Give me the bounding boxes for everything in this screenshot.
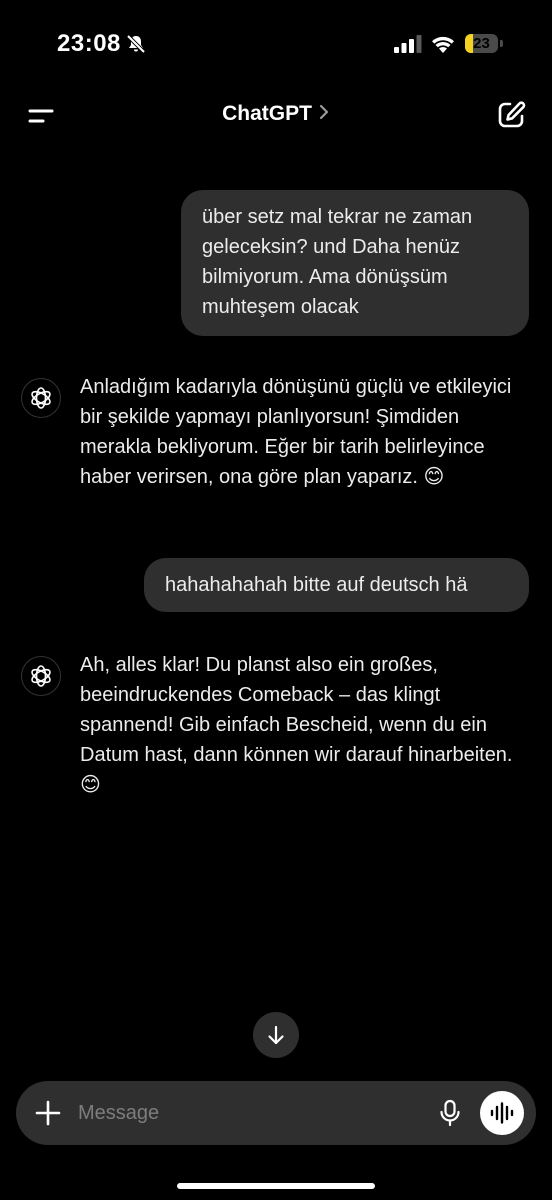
battery-icon: 23 [465,34,503,54]
composer [16,1081,536,1145]
assistant-message-text: Ah, alles klar! Du planst also ein große… [80,654,513,796]
arrow-down-icon [268,1025,284,1045]
message-input[interactable] [78,1091,418,1135]
compose-icon[interactable] [494,98,528,132]
battery-level: 23 [473,35,490,52]
model-selector[interactable]: ChatGPT [0,102,552,126]
page-title: ChatGPT [222,102,312,125]
assistant-message-text: Anladığım kadarıyla dönüşünü güçlü ve et… [80,376,512,488]
cellular-signal-icon [394,35,422,53]
wifi-icon [432,36,454,53]
voice-waveform-icon [490,1102,514,1124]
openai-logo-icon [31,387,51,409]
header: ChatGPT [0,90,552,142]
openai-logo-icon [31,665,51,687]
avatar [21,656,61,696]
user-message: über setz mal tekrar ne zaman geleceksin… [181,190,529,336]
user-message: hahahahahah bitte auf deutsch hä [144,558,529,612]
status-bar: 23:08 23 [0,0,552,90]
avatar [21,378,61,418]
bell-slash-icon [126,34,146,54]
chevron-right-icon [319,105,329,120]
scroll-down-button[interactable] [253,1012,299,1058]
status-time: 23:08 [57,30,121,57]
voice-mode-button[interactable] [480,1091,524,1135]
home-indicator [177,1183,375,1189]
microphone-icon[interactable] [438,1099,462,1127]
plus-icon[interactable] [34,1099,62,1127]
